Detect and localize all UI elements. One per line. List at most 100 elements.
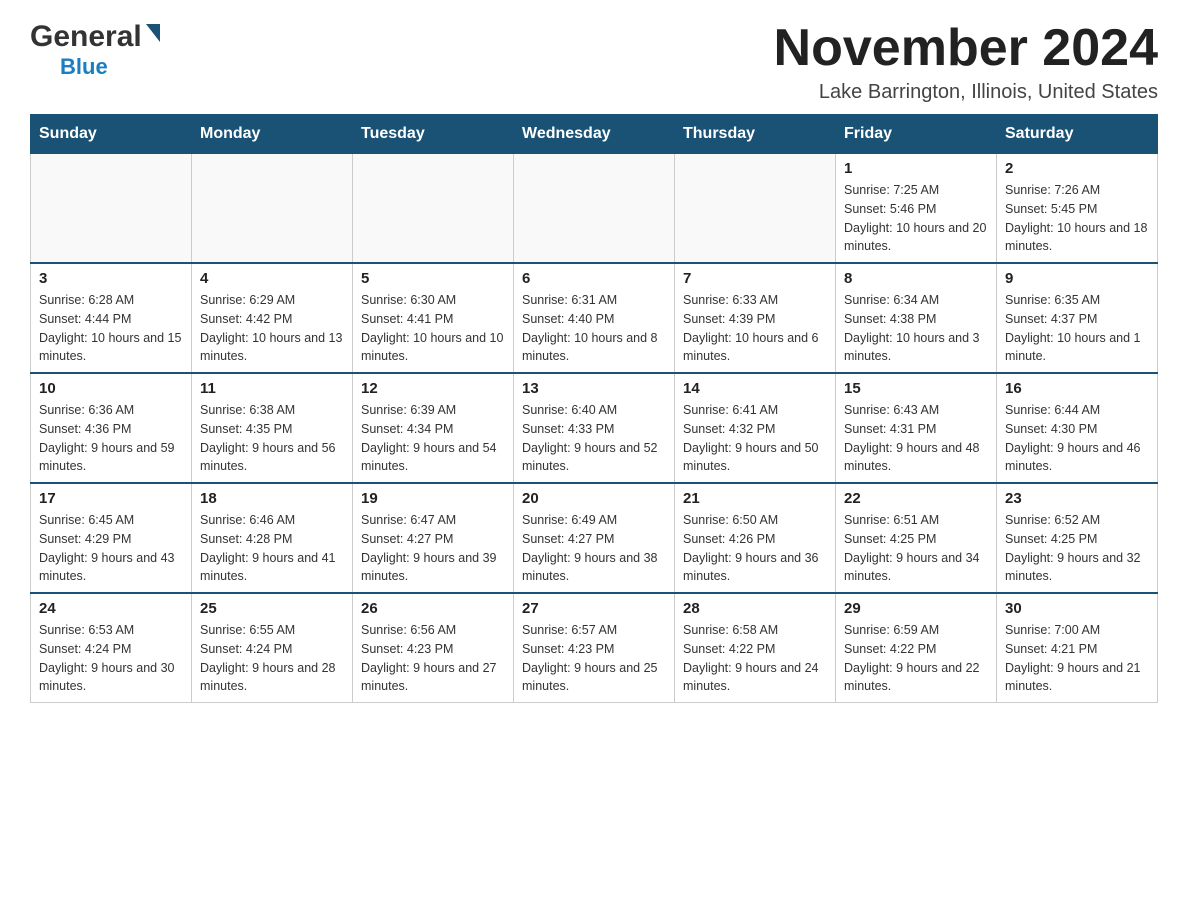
day-info: Sunrise: 6:44 AMSunset: 4:30 PMDaylight:… [1005,401,1149,476]
day-info: Sunrise: 6:31 AMSunset: 4:40 PMDaylight:… [522,291,666,366]
day-number: 29 [844,600,988,617]
day-number: 5 [361,270,505,287]
calendar-cell-w5-d6: 29 Sunrise: 6:59 AMSunset: 4:22 PMDayligh… [836,593,997,703]
calendar-week-3: 10 Sunrise: 6:36 AMSunset: 4:36 PMDayligh… [31,373,1158,483]
page-header: General Blue November 2024 Lake Barringt… [30,20,1158,104]
day-info: Sunrise: 6:57 AMSunset: 4:23 PMDaylight:… [522,621,666,696]
calendar-cell-w4-d4: 20 Sunrise: 6:49 AMSunset: 4:27 PMDayligh… [514,483,675,593]
day-number: 8 [844,270,988,287]
calendar-cell-w4-d2: 18Sunrise: 6:46 AMSunset: 4:28 PMDayligh… [192,483,353,593]
day-info: Sunrise: 6:39 AMSunset: 4:34 PMDaylight:… [361,401,505,476]
day-info: Sunrise: 6:53 AMSunset: 4:24 PMDaylight:… [39,621,183,696]
day-number: 11 [200,380,344,397]
day-number: 30 [1005,600,1149,617]
calendar-cell-w1-d2 [192,154,353,264]
day-info: Sunrise: 6:59 AMSunset: 4:22 PMDaylight:… [844,621,988,696]
logo-general-text: General [30,20,142,54]
calendar-cell-w3-d3: 12Sunrise: 6:39 AMSunset: 4:34 PMDayligh… [353,373,514,483]
calendar-cell-w1-d6: 1 Sunrise: 7:25 AMSunset: 5:46 PMDaylight… [836,154,997,264]
header-saturday: Saturday [997,115,1158,154]
calendar-week-2: 3 Sunrise: 6:28 AMSunset: 4:44 PMDaylight… [31,263,1158,373]
header-sunday: Sunday [31,115,192,154]
day-info: Sunrise: 6:50 AMSunset: 4:26 PMDaylight:… [683,511,827,586]
day-number: 13 [522,380,666,397]
day-info: Sunrise: 6:35 AMSunset: 4:37 PMDaylight:… [1005,291,1149,366]
calendar-cell-w1-d5 [675,154,836,264]
day-number: 22 [844,490,988,507]
calendar-cell-w2-d2: 4Sunrise: 6:29 AMSunset: 4:42 PMDaylight… [192,263,353,373]
calendar-header-row: Sunday Monday Tuesday Wednesday Thursday… [31,115,1158,154]
day-info: Sunrise: 6:40 AMSunset: 4:33 PMDaylight:… [522,401,666,476]
calendar-cell-w5-d1: 24 Sunrise: 6:53 AMSunset: 4:24 PMDayligh… [31,593,192,703]
day-number: 15 [844,380,988,397]
day-number: 28 [683,600,827,617]
day-info: Sunrise: 6:29 AMSunset: 4:42 PMDaylight:… [200,291,344,366]
day-number: 3 [39,270,183,287]
calendar-cell-w4-d6: 22 Sunrise: 6:51 AMSunset: 4:25 PMDayligh… [836,483,997,593]
calendar-week-4: 17Sunrise: 6:45 AMSunset: 4:29 PMDayligh… [31,483,1158,593]
calendar-cell-w5-d5: 28 Sunrise: 6:58 AMSunset: 4:22 PMDayligh… [675,593,836,703]
day-info: Sunrise: 6:55 AMSunset: 4:24 PMDaylight:… [200,621,344,696]
calendar-cell-w4-d7: 23 Sunrise: 6:52 AMSunset: 4:25 PMDayligh… [997,483,1158,593]
calendar-cell-w2-d1: 3 Sunrise: 6:28 AMSunset: 4:44 PMDaylight… [31,263,192,373]
day-info: Sunrise: 6:30 AMSunset: 4:41 PMDaylight:… [361,291,505,366]
day-info: Sunrise: 6:47 AMSunset: 4:27 PMDaylight:… [361,511,505,586]
calendar-cell-w1-d7: 2 Sunrise: 7:26 AMSunset: 5:45 PMDaylight… [997,154,1158,264]
calendar-cell-w4-d5: 21 Sunrise: 6:50 AMSunset: 4:26 PMDayligh… [675,483,836,593]
day-number: 25 [200,600,344,617]
calendar-table: Sunday Monday Tuesday Wednesday Thursday… [30,114,1158,703]
calendar-cell-w1-d1 [31,154,192,264]
day-number: 2 [1005,160,1149,177]
day-info: Sunrise: 6:58 AMSunset: 4:22 PMDaylight:… [683,621,827,696]
calendar-cell-w1-d3 [353,154,514,264]
day-number: 1 [844,160,988,177]
calendar-title: November 2024 [774,20,1158,77]
day-info: Sunrise: 7:00 AMSunset: 4:21 PMDaylight:… [1005,621,1149,696]
calendar-week-1: 1 Sunrise: 7:25 AMSunset: 5:46 PMDaylight… [31,154,1158,264]
calendar-cell-w3-d1: 10 Sunrise: 6:36 AMSunset: 4:36 PMDayligh… [31,373,192,483]
header-friday: Friday [836,115,997,154]
day-info: Sunrise: 6:46 AMSunset: 4:28 PMDaylight:… [200,511,344,586]
day-info: Sunrise: 6:51 AMSunset: 4:25 PMDaylight:… [844,511,988,586]
calendar-cell-w3-d2: 11 Sunrise: 6:38 AMSunset: 4:35 PMDayligh… [192,373,353,483]
header-tuesday: Tuesday [353,115,514,154]
day-number: 9 [1005,270,1149,287]
day-info: Sunrise: 6:49 AMSunset: 4:27 PMDaylight:… [522,511,666,586]
day-info: Sunrise: 6:52 AMSunset: 4:25 PMDaylight:… [1005,511,1149,586]
calendar-cell-w5-d7: 30 Sunrise: 7:00 AMSunset: 4:21 PMDayligh… [997,593,1158,703]
day-info: Sunrise: 6:45 AMSunset: 4:29 PMDaylight:… [39,511,183,586]
day-number: 20 [522,490,666,507]
day-number: 16 [1005,380,1149,397]
day-number: 14 [683,380,827,397]
day-number: 7 [683,270,827,287]
logo-arrow-icon [146,24,160,42]
day-info: Sunrise: 6:43 AMSunset: 4:31 PMDaylight:… [844,401,988,476]
calendar-week-5: 24 Sunrise: 6:53 AMSunset: 4:24 PMDayligh… [31,593,1158,703]
day-number: 21 [683,490,827,507]
day-number: 24 [39,600,183,617]
calendar-cell-w2-d5: 7 Sunrise: 6:33 AMSunset: 4:39 PMDaylight… [675,263,836,373]
calendar-cell-w4-d3: 19 Sunrise: 6:47 AMSunset: 4:27 PMDayligh… [353,483,514,593]
calendar-cell-w3-d6: 15 Sunrise: 6:43 AMSunset: 4:31 PMDayligh… [836,373,997,483]
logo-blue-text: Blue [60,54,108,80]
day-number: 10 [39,380,183,397]
calendar-cell-w5-d4: 27Sunrise: 6:57 AMSunset: 4:23 PMDayligh… [514,593,675,703]
day-info: Sunrise: 6:28 AMSunset: 4:44 PMDaylight:… [39,291,183,366]
day-number: 6 [522,270,666,287]
day-number: 23 [1005,490,1149,507]
calendar-cell-w5-d3: 26Sunrise: 6:56 AMSunset: 4:23 PMDayligh… [353,593,514,703]
day-number: 19 [361,490,505,507]
calendar-cell-w4-d1: 17Sunrise: 6:45 AMSunset: 4:29 PMDayligh… [31,483,192,593]
calendar-cell-w1-d4 [514,154,675,264]
day-number: 26 [361,600,505,617]
day-info: Sunrise: 6:38 AMSunset: 4:35 PMDaylight:… [200,401,344,476]
day-info: Sunrise: 7:25 AMSunset: 5:46 PMDaylight:… [844,181,988,256]
title-section: November 2024 Lake Barrington, Illinois,… [774,20,1158,104]
day-info: Sunrise: 6:36 AMSunset: 4:36 PMDaylight:… [39,401,183,476]
calendar-cell-w2-d3: 5 Sunrise: 6:30 AMSunset: 4:41 PMDaylight… [353,263,514,373]
calendar-cell-w3-d5: 14 Sunrise: 6:41 AMSunset: 4:32 PMDayligh… [675,373,836,483]
calendar-cell-w2-d6: 8Sunrise: 6:34 AMSunset: 4:38 PMDaylight… [836,263,997,373]
day-info: Sunrise: 6:33 AMSunset: 4:39 PMDaylight:… [683,291,827,366]
day-info: Sunrise: 6:41 AMSunset: 4:32 PMDaylight:… [683,401,827,476]
day-info: Sunrise: 7:26 AMSunset: 5:45 PMDaylight:… [1005,181,1149,256]
